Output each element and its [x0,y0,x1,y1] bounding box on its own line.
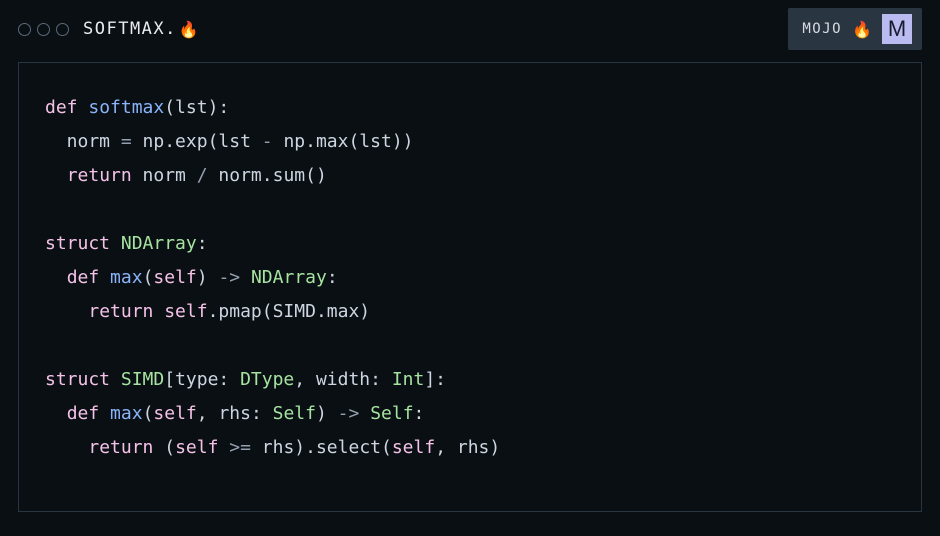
code-token: : [414,403,425,424]
code-token: - [262,131,284,152]
code-token: , rhs) [435,437,500,458]
code-token: norm [45,131,121,152]
code-line: return self.pmap(SIMD.max) [45,295,895,329]
code-token [45,301,88,322]
code-token: self [175,437,218,458]
code-token: struct [45,233,121,254]
code-token: return [88,437,164,458]
code-token: / [197,165,219,186]
filename: SOFTMAX. 🔥 [83,19,200,39]
code-token: NDArray [251,267,327,288]
code-token: >= [229,437,262,458]
code-line: struct NDArray: [45,227,895,261]
code-token: ( [164,437,175,458]
window-controls [18,23,69,36]
code-line: struct SIMD[type: DType, width: Int]: [45,363,895,397]
code-token: self [153,403,196,424]
code-line: def max(self) -> NDArray: [45,261,895,295]
code-token [218,437,229,458]
code-token: ( [143,267,154,288]
code-token: SIMD [121,369,164,390]
code-line: def max(self, rhs: Self) -> Self: [45,397,895,431]
code-line [45,193,895,227]
code-token: ( [143,403,154,424]
code-token: .pmap(SIMD.max) [208,301,371,322]
code-token: NDArray [121,233,197,254]
code-token: return [67,165,143,186]
code-editor[interactable]: def softmax(lst): norm = np.exp(lst - np… [18,62,922,512]
code-token: np.max(lst)) [283,131,413,152]
window-maximize-icon[interactable] [56,23,69,36]
filename-base: SOFTMAX. [83,19,177,39]
code-token: -> [338,403,371,424]
code-token: Self [273,403,316,424]
code-token: self [153,267,196,288]
code-token: self [392,437,435,458]
code-line: def softmax(lst): [45,91,895,125]
code-token: self [164,301,207,322]
code-token: ) [316,403,338,424]
code-token: norm.sum() [218,165,326,186]
code-token: return [88,301,164,322]
code-token: softmax [88,97,164,118]
titlebar: SOFTMAX. 🔥 MOJO 🔥 M [0,0,940,58]
language-label: MOJO [802,21,842,37]
code-token: Int [392,369,425,390]
code-token: -> [218,267,251,288]
code-line: return (self >= rhs).select(self, rhs) [45,431,895,465]
code-token: rhs).select( [262,437,392,458]
code-line [45,329,895,363]
code-token: np.exp(lst [143,131,262,152]
code-token: : [327,267,338,288]
code-token: = [121,131,143,152]
code-token: max [110,403,143,424]
code-token: def [45,97,88,118]
language-badge[interactable]: MOJO 🔥 M [788,8,922,50]
code-token: , rhs: [197,403,273,424]
code-token: , width: [294,369,392,390]
code-token: [type: [164,369,240,390]
code-token [45,165,67,186]
fire-icon: 🔥 [179,20,200,39]
code-token: def [67,267,110,288]
window-minimize-icon[interactable] [37,23,50,36]
code-token [45,403,67,424]
code-token: DType [240,369,294,390]
code-token: max [110,267,143,288]
language-icon-letter: M [888,16,906,42]
code-token: ]: [424,369,446,390]
titlebar-left: SOFTMAX. 🔥 [18,19,200,39]
code-token: norm [143,165,197,186]
language-icon: M [882,14,912,44]
code-line: return norm / norm.sum() [45,159,895,193]
code-token: : [197,233,208,254]
window-close-icon[interactable] [18,23,31,36]
fire-icon: 🔥 [852,20,872,39]
code-token: (lst): [164,97,229,118]
code-token [45,267,67,288]
code-line: norm = np.exp(lst - np.max(lst)) [45,125,895,159]
code-token: ) [197,267,219,288]
code-token [45,437,88,458]
code-token: def [67,403,110,424]
code-token: Self [370,403,413,424]
code-token: struct [45,369,121,390]
